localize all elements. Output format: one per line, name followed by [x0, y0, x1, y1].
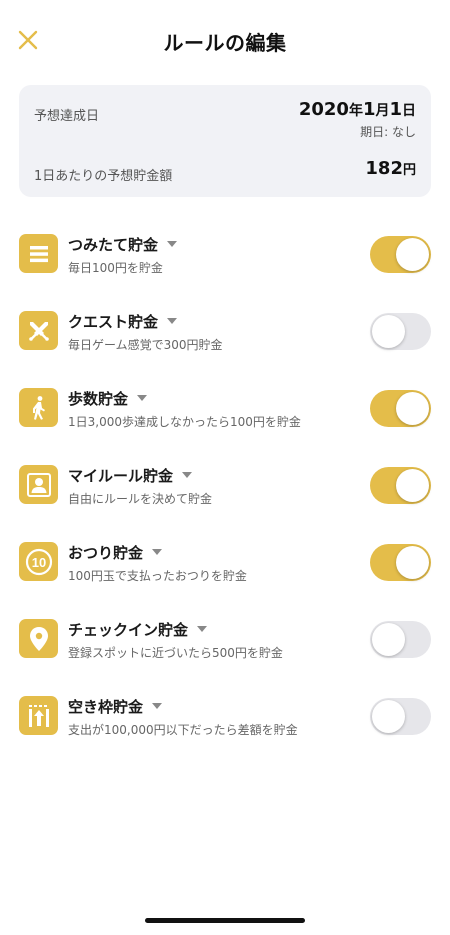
chevron-down-icon[interactable]	[197, 625, 208, 632]
toggle-knob	[396, 469, 429, 502]
rule-row-akiwaku: 空き枠貯金 支出が100,000円以下だったら差額を貯金	[0, 677, 450, 754]
rule-name[interactable]: つみたて貯金	[68, 234, 178, 255]
rule-description: 毎日100円を貯金	[68, 261, 163, 275]
rule-description: 自由にルールを決めて貯金	[68, 492, 213, 506]
toggle-knob	[396, 392, 429, 425]
rule-name[interactable]: チェックイン貯金	[68, 619, 208, 640]
rule-row-myrule: マイルール貯金 自由にルールを決めて貯金	[0, 446, 450, 523]
due-date-text: 期日: なし	[360, 125, 416, 139]
rule-row-quest: クエスト貯金 毎日ゲーム感覚で300円貯金	[0, 292, 450, 369]
rule-row-steps: 歩数貯金 1日3,000歩達成しなかったら100円を貯金	[0, 369, 450, 446]
coin-10-icon: 10	[19, 542, 58, 581]
limit-up-icon	[19, 696, 58, 735]
toggle-knob	[372, 623, 405, 656]
home-indicator[interactable]	[145, 918, 305, 923]
toggle-knob	[372, 315, 405, 348]
chevron-down-icon[interactable]	[152, 702, 163, 709]
rule-description: 登録スポットに近づいたら500円を貯金	[68, 646, 283, 660]
rule-description: 毎日ゲーム感覚で300円貯金	[68, 338, 223, 352]
page-title: ルールの編集	[163, 31, 287, 55]
toggle-knob	[396, 238, 429, 271]
chevron-down-icon[interactable]	[137, 394, 148, 401]
rule-name[interactable]: クエスト貯金	[68, 311, 178, 332]
rule-toggle-akiwaku[interactable]	[370, 698, 431, 735]
crossed-swords-icon	[19, 311, 58, 350]
chevron-down-icon[interactable]	[167, 317, 178, 324]
rule-toggle-myrule[interactable]	[370, 467, 431, 504]
rule-name[interactable]: 空き枠貯金	[68, 696, 163, 717]
target-date-label: 予想達成日	[34, 109, 100, 124]
target-date-value: 2020年1月1日	[298, 99, 416, 120]
rule-row-checkin: チェックイン貯金 登録スポットに近づいたら500円を貯金	[0, 600, 450, 677]
header: ルールの編集	[0, 0, 450, 80]
rule-toggle-checkin[interactable]	[370, 621, 431, 658]
rule-description: 支出が100,000円以下だったら差額を貯金	[68, 723, 298, 737]
forecast-summary-card: 予想達成日 2020年1月1日 期日: なし 1日あたりの予想貯金額 182円	[19, 85, 431, 197]
rule-toggle-steps[interactable]	[370, 390, 431, 427]
rule-toggle-change[interactable]	[370, 544, 431, 581]
chevron-down-icon[interactable]	[152, 548, 163, 555]
daily-amount-label: 1日あたりの予想貯金額	[34, 169, 173, 184]
svg-text:10: 10	[31, 555, 45, 570]
rule-name[interactable]: 歩数貯金	[68, 388, 148, 409]
chevron-down-icon[interactable]	[182, 471, 193, 478]
rule-name[interactable]: マイルール貯金	[68, 465, 193, 486]
rule-name[interactable]: おつり貯金	[68, 542, 163, 563]
rule-description: 1日3,000歩達成しなかったら100円を貯金	[68, 415, 301, 429]
list-icon	[19, 234, 58, 273]
chevron-down-icon[interactable]	[167, 240, 178, 247]
toggle-knob	[396, 546, 429, 579]
rule-toggle-quest[interactable]	[370, 313, 431, 350]
daily-amount-value: 182円	[365, 158, 416, 179]
person-icon	[19, 465, 58, 504]
rule-list: つみたて貯金 毎日100円を貯金 クエスト貯金 毎日ゲーム感覚で300円貯金 歩	[0, 215, 450, 754]
rule-description: 100円玉で支払ったおつりを貯金	[68, 569, 247, 583]
toggle-knob	[372, 700, 405, 733]
walking-person-icon	[19, 388, 58, 427]
rule-toggle-tsumitate[interactable]	[370, 236, 431, 273]
rule-row-tsumitate: つみたて貯金 毎日100円を貯金	[0, 215, 450, 292]
map-pin-icon	[19, 619, 58, 658]
rule-row-change: 10 おつり貯金 100円玉で支払ったおつりを貯金	[0, 523, 450, 600]
